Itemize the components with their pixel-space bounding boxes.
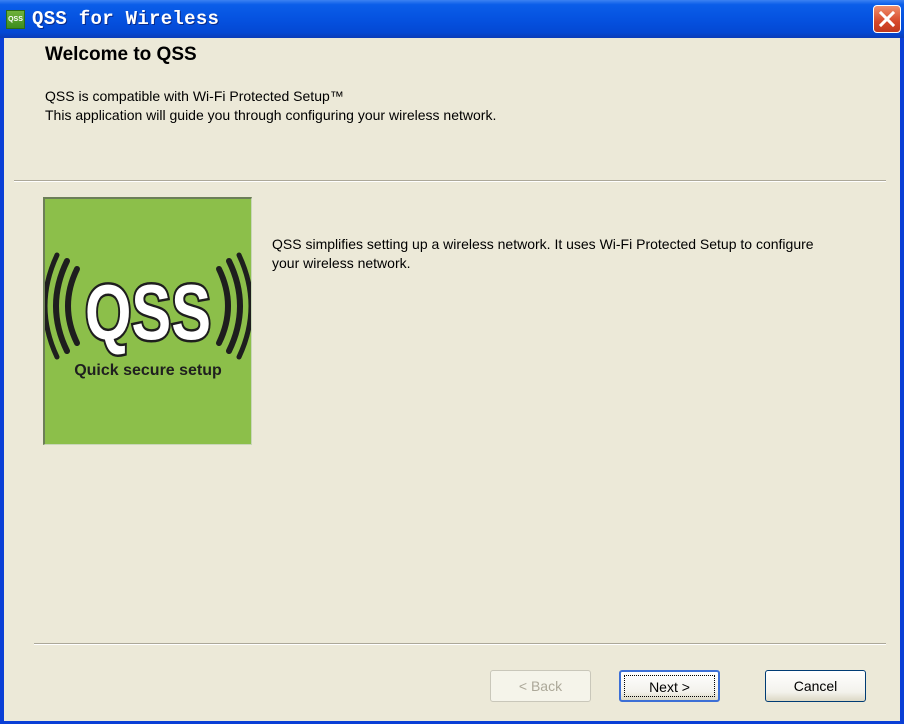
qss-app-icon: QSS (6, 10, 25, 29)
cancel-button[interactable]: Cancel (765, 670, 866, 702)
back-button[interactable]: < Back (490, 670, 591, 702)
footer-separator (34, 643, 886, 645)
window-title: QSS for Wireless (32, 8, 220, 30)
qss-logo-panel: QSS Quick secure setup (43, 197, 252, 445)
description-text: QSS simplifies setting up a wireless net… (272, 236, 814, 271)
next-button-label: Next > (649, 679, 690, 695)
next-button[interactable]: Next > (619, 670, 720, 702)
page-title: Welcome to QSS (45, 44, 197, 65)
header-compat-text: QSS is compatible with Wi-Fi Protected S… (45, 88, 344, 104)
logo-caption: Quick secure setup (74, 362, 222, 379)
qss-logo-text: QSS (85, 268, 211, 356)
header-guide-text: This application will guide you through … (45, 107, 497, 123)
back-button-label: < Back (518, 678, 563, 694)
cancel-button-label: Cancel (793, 678, 838, 694)
qss-logo-icon: QSS (45, 252, 251, 360)
close-button[interactable] (873, 5, 901, 33)
close-icon (878, 10, 896, 28)
header-separator (14, 180, 886, 182)
title-bar[interactable]: QSS QSS for Wireless (0, 0, 904, 38)
